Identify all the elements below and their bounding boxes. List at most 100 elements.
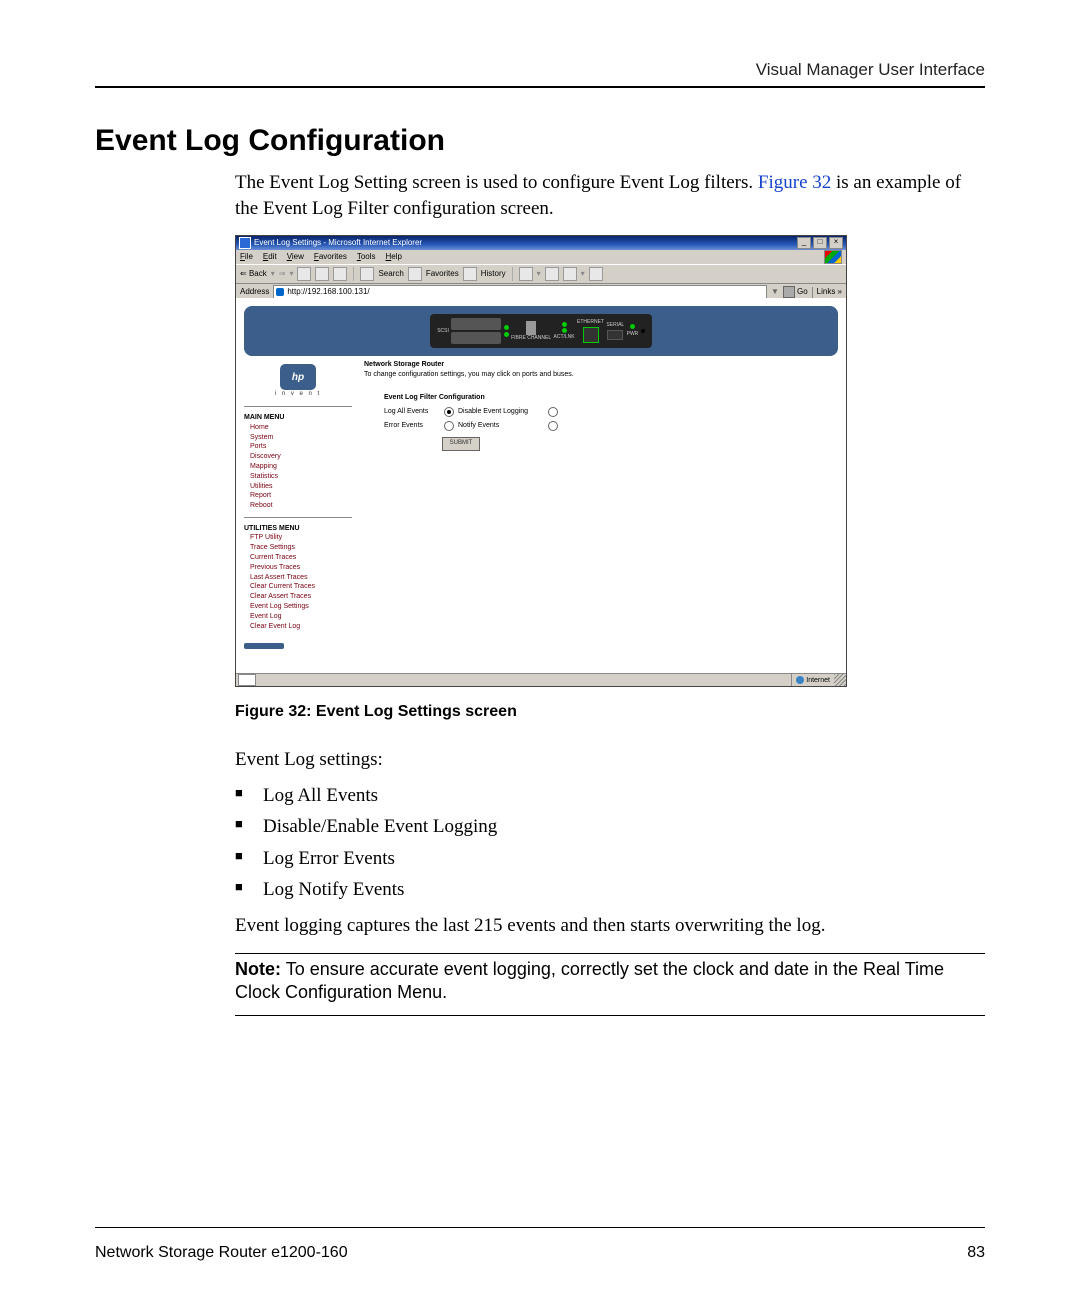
favorites-icon[interactable] — [408, 267, 422, 281]
opt-notify-label: Notify Events — [458, 421, 548, 431]
settings-intro: Event Log settings: — [235, 747, 985, 773]
settings-item: Log Notify Events — [235, 877, 985, 903]
utilities-menu-header: UTILITIES MENU — [244, 524, 352, 533]
windows-logo-icon — [824, 250, 842, 264]
footer-title: Network Storage Router e1200-160 — [95, 1244, 348, 1262]
util-ftp[interactable]: FTP Utility — [250, 533, 352, 543]
filter-grid: Log All Events Disable Event Logging Err… — [384, 407, 838, 431]
opt-notify-radio[interactable] — [548, 421, 558, 431]
figure-screenshot: Event Log Settings - Microsoft Internet … — [235, 235, 845, 685]
menu-file[interactable]: File — [240, 252, 253, 263]
toolbar-back[interactable]: ⇐ Back — [240, 269, 267, 280]
menu-system[interactable]: System — [250, 433, 352, 443]
menu-help[interactable]: Help — [386, 252, 402, 263]
device-banner: SCSI FIBRE CHANNEL — [244, 306, 838, 356]
submit-button[interactable]: SUBMIT — [442, 437, 480, 451]
stop-icon[interactable] — [297, 267, 311, 281]
menu-report[interactable]: Report — [250, 491, 352, 501]
opt-log-all-label: Log All Events — [384, 407, 444, 417]
menu-utilities[interactable]: Utilities — [250, 482, 352, 492]
resize-grip-icon — [834, 674, 846, 686]
sidebar-accent — [244, 643, 284, 649]
main-content: Network Storage Router To change configu… — [364, 360, 838, 649]
settings-note: Event logging captures the last 215 even… — [235, 913, 985, 939]
opt-log-all-radio[interactable] — [444, 407, 454, 417]
address-label: Address — [240, 287, 269, 298]
home-icon[interactable] — [333, 267, 347, 281]
settings-item: Disable/Enable Event Logging — [235, 814, 985, 840]
opt-error-radio[interactable] — [444, 421, 454, 431]
status-doc-icon — [238, 674, 256, 686]
label-pwr: PWR — [627, 331, 639, 338]
util-previous-traces[interactable]: Previous Traces — [250, 563, 352, 573]
intro-paragraph: The Event Log Setting screen is used to … — [235, 170, 985, 221]
status-zone-label: Internet — [806, 676, 830, 685]
menu-view[interactable]: View — [287, 252, 304, 263]
util-current-traces[interactable]: Current Traces — [250, 553, 352, 563]
note-rule-bottom — [235, 1015, 985, 1016]
opt-disable-label: Disable Event Logging — [458, 407, 548, 417]
links-dropdown[interactable]: Links » — [812, 287, 842, 298]
main-menu-header: MAIN MENU — [244, 413, 352, 422]
address-input[interactable]: http://192.168.100.131/ — [273, 285, 767, 299]
menu-mapping[interactable]: Mapping — [250, 462, 352, 472]
discuss-icon[interactable] — [589, 267, 603, 281]
address-value: http://192.168.100.131/ — [287, 287, 369, 298]
menu-tools[interactable]: Tools — [357, 252, 376, 263]
menu-home[interactable]: Home — [250, 423, 352, 433]
util-eventlog-settings[interactable]: Event Log Settings — [250, 602, 352, 612]
ie-window: Event Log Settings - Microsoft Internet … — [235, 235, 847, 687]
status-zone: Internet — [791, 674, 834, 686]
label-serial: SERIAL — [606, 322, 624, 329]
window-close-button[interactable]: × — [829, 237, 843, 249]
content-title: Network Storage Router — [364, 360, 838, 369]
window-title: Event Log Settings - Microsoft Internet … — [254, 238, 422, 249]
menu-ports[interactable]: Ports — [250, 442, 352, 452]
internet-zone-icon — [796, 676, 804, 684]
sidebar: hp i n v e n t MAIN MENU Home System Por… — [244, 360, 352, 649]
util-clear-current[interactable]: Clear Current Traces — [250, 582, 352, 592]
intro-pre: The Event Log Setting screen is used to … — [235, 172, 758, 193]
menu-statistics[interactable]: Statistics — [250, 472, 352, 482]
menu-favorites[interactable]: Favorites — [314, 252, 347, 263]
refresh-icon[interactable] — [315, 267, 329, 281]
edit-icon[interactable] — [563, 267, 577, 281]
header-rule — [95, 86, 985, 88]
page-content: SCSI FIBRE CHANNEL — [236, 298, 846, 674]
util-last-assert[interactable]: Last Assert Traces — [250, 573, 352, 583]
print-icon[interactable] — [545, 267, 559, 281]
label-fibre: FIBRE CHANNEL — [511, 335, 551, 342]
hp-invent-label: i n v e n t — [244, 390, 352, 398]
toolbar-favorites-label[interactable]: Favorites — [426, 269, 459, 280]
settings-list: Log All Events Disable/Enable Event Logg… — [235, 783, 985, 904]
search-icon[interactable] — [360, 267, 374, 281]
toolbar-search-label[interactable]: Search — [378, 269, 403, 280]
util-clear-assert[interactable]: Clear Assert Traces — [250, 592, 352, 602]
ie-menubar: File Edit View Favorites Tools Help — [236, 250, 846, 264]
ie-app-icon — [239, 237, 251, 249]
opt-disable-radio[interactable] — [548, 407, 558, 417]
window-minimize-button[interactable]: _ — [797, 237, 811, 249]
toolbar-history-label[interactable]: History — [481, 269, 506, 280]
figure-reference-link[interactable]: Figure 32 — [758, 172, 831, 193]
util-trace-settings[interactable]: Trace Settings — [250, 543, 352, 553]
window-maximize-button[interactable]: □ — [813, 237, 827, 249]
go-button[interactable]: Go — [783, 286, 808, 298]
menu-edit[interactable]: Edit — [263, 252, 277, 263]
toolbar-forward[interactable]: ⇒ — [279, 269, 286, 280]
mail-icon[interactable] — [519, 267, 533, 281]
menu-reboot[interactable]: Reboot — [250, 501, 352, 511]
device-graphic: SCSI FIBRE CHANNEL — [430, 314, 652, 348]
note-body: To ensure accurate event logging, correc… — [235, 959, 944, 1002]
ie-titlebar: Event Log Settings - Microsoft Internet … — [236, 236, 846, 250]
util-eventlog[interactable]: Event Log — [250, 612, 352, 622]
note-rule-top — [235, 953, 985, 954]
go-icon — [783, 286, 795, 298]
section-title: Event Log Configuration — [95, 124, 985, 158]
note-block: Note: To ensure accurate event logging, … — [235, 958, 985, 1005]
util-clear-eventlog[interactable]: Clear Event Log — [250, 622, 352, 632]
menu-discovery[interactable]: Discovery — [250, 452, 352, 462]
label-eth: ETHERNET — [577, 319, 604, 326]
history-icon[interactable] — [463, 267, 477, 281]
settings-item: Log All Events — [235, 783, 985, 809]
